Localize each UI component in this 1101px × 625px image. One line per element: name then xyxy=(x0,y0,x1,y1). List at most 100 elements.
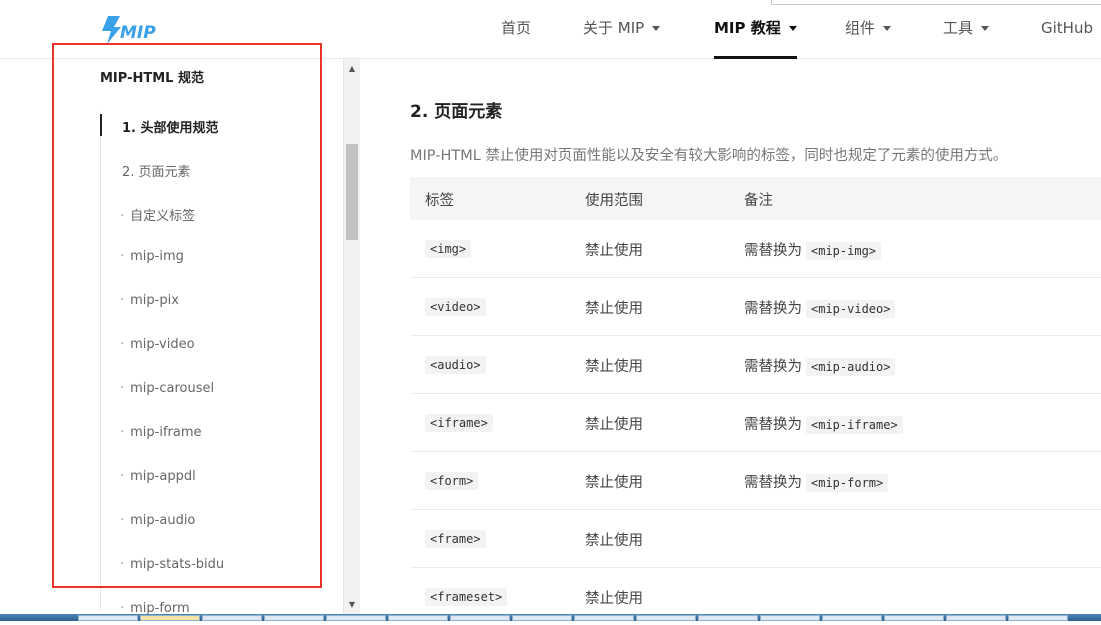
top-navbar: MIP 首页 关于 MIP MIP 教程 组件 工具 GitHub xyxy=(0,0,1101,59)
sidebar-item-custom-tags[interactable]: · 自定义标签 xyxy=(120,205,195,224)
sidebar-item-mip-carousel[interactable]: · mip-carousel xyxy=(120,381,214,396)
note-text: 需替换为 xyxy=(744,301,802,317)
tag-code: <form> xyxy=(425,472,479,490)
table-row: <img> 禁止使用 需替换为 <mip-img> xyxy=(410,220,1101,278)
nav-github[interactable]: GitHub xyxy=(1041,0,1093,58)
sidebar-item-label: mip-img xyxy=(130,249,184,264)
logo-text: MIP xyxy=(120,23,156,43)
logo-bolt-icon xyxy=(102,16,121,44)
bullet-dot: · xyxy=(120,249,125,264)
table-header: 标签 使用范围 备注 xyxy=(410,177,1101,220)
sidebar-item-mip-img[interactable]: · mip-img xyxy=(120,249,184,264)
sidebar-item-label: mip-appdl xyxy=(130,469,196,484)
column-header-tag: 标签 xyxy=(425,193,454,209)
nav-tools[interactable]: 工具 xyxy=(943,0,990,58)
scope-text: 禁止使用 xyxy=(585,591,643,607)
taskbar-button[interactable] xyxy=(512,615,572,621)
sidebar-item-mip-pix[interactable]: · mip-pix xyxy=(120,293,179,308)
note-cell: 需替换为 <mip-form> xyxy=(744,471,889,492)
taskbar-button[interactable] xyxy=(822,615,882,621)
sidebar: MIP-HTML 规范 1. 头部使用规范 2. 页面元素 · 自定义标签 · mi… xyxy=(0,59,360,616)
sidebar-item-page-elements[interactable]: 2. 页面元素 xyxy=(122,161,191,180)
nav-about-mip[interactable]: 关于 MIP xyxy=(583,0,661,58)
taskbar-button[interactable] xyxy=(326,615,386,621)
table-row: <frame> 禁止使用 xyxy=(410,510,1101,568)
taskbar-button[interactable] xyxy=(78,615,138,621)
scope-text: 禁止使用 xyxy=(585,243,643,259)
taskbar-button[interactable] xyxy=(388,615,448,621)
sidebar-item-mip-video[interactable]: · mip-video xyxy=(120,337,195,352)
bullet-dot: · xyxy=(120,469,125,484)
sidebar-item-label: mip-iframe xyxy=(130,425,202,440)
sidebar-item-label: 自定义标签 xyxy=(130,209,196,224)
note-cell: 需替换为 <mip-img> xyxy=(744,239,882,260)
bullet-dot: · xyxy=(120,557,125,572)
tag-code: <video> xyxy=(425,298,486,316)
table-row: <iframe> 禁止使用 需替换为 <mip-iframe> xyxy=(410,394,1101,452)
taskbar-button[interactable] xyxy=(636,615,696,621)
nav-home-label: 首页 xyxy=(501,19,532,37)
bullet-dot: · xyxy=(120,381,125,396)
tag-code: <audio> xyxy=(425,356,486,374)
os-taskbar xyxy=(0,614,1101,621)
taskbar-button[interactable] xyxy=(140,615,200,621)
scroll-up-arrow-icon[interactable]: ▲ xyxy=(344,61,360,77)
bullet-dot: · xyxy=(120,337,125,352)
caret-down-icon xyxy=(981,26,990,31)
table-row: <audio> 禁止使用 需替换为 <mip-audio> xyxy=(410,336,1101,394)
tag-code: <iframe> xyxy=(425,414,493,432)
tag-code: <frame> xyxy=(425,530,486,548)
sidebar-item-mip-stats-bidu[interactable]: · mip-stats-bidu xyxy=(120,557,224,572)
sidebar-title: MIP-HTML 规范 xyxy=(100,71,204,86)
sidebar-rail xyxy=(100,111,101,611)
mip-logo[interactable]: MIP xyxy=(98,14,162,46)
nav-components[interactable]: 组件 xyxy=(845,0,892,58)
table-row: <video> 禁止使用 需替换为 <mip-video> xyxy=(410,278,1101,336)
note-code: <mip-iframe> xyxy=(806,416,903,434)
section-title: 2. 页面元素 xyxy=(410,102,503,122)
note-text: 需替换为 xyxy=(744,359,802,375)
sidebar-item-mip-audio[interactable]: · mip-audio xyxy=(120,513,195,528)
scope-text: 禁止使用 xyxy=(585,533,643,549)
sidebar-item-label: 1. 头部使用规范 xyxy=(122,121,219,136)
scroll-down-arrow-icon[interactable]: ▼ xyxy=(344,597,360,613)
taskbar-button[interactable] xyxy=(760,615,820,621)
nav-mip-tutorial[interactable]: MIP 教程 xyxy=(714,0,797,59)
caret-down-icon xyxy=(788,26,797,31)
scope-text: 禁止使用 xyxy=(585,475,643,491)
taskbar-button[interactable] xyxy=(264,615,324,621)
note-text: 需替换为 xyxy=(744,475,802,491)
sidebar-scrollbar[interactable]: ▲ ▼ xyxy=(343,59,360,614)
scrollbar-thumb[interactable] xyxy=(346,144,358,240)
taskbar-button[interactable] xyxy=(698,615,758,621)
taskbar-button[interactable] xyxy=(202,615,262,621)
column-header-note: 备注 xyxy=(744,193,773,209)
bullet-dot: · xyxy=(120,513,125,528)
taskbar-button[interactable] xyxy=(1008,615,1068,621)
sidebar-item-header-spec[interactable]: 1. 头部使用规范 xyxy=(100,114,219,136)
sidebar-item-label: mip-stats-bidu xyxy=(130,557,225,572)
taskbar-button[interactable] xyxy=(574,615,634,621)
nav-home[interactable]: 首页 xyxy=(501,0,531,58)
taskbar-button[interactable] xyxy=(946,615,1006,621)
note-code: <mip-audio> xyxy=(806,358,896,376)
sidebar-item-label: mip-audio xyxy=(130,513,196,528)
note-text: 需替换为 xyxy=(744,243,802,259)
sidebar-item-mip-appdl[interactable]: · mip-appdl xyxy=(120,469,196,484)
taskbar-button[interactable] xyxy=(450,615,510,621)
column-header-scope: 使用范围 xyxy=(585,193,643,209)
scope-text: 禁止使用 xyxy=(585,417,643,433)
scope-text: 禁止使用 xyxy=(585,301,643,317)
nav-github-label: GitHub xyxy=(1041,19,1093,37)
taskbar-button[interactable] xyxy=(884,615,944,621)
caret-down-icon xyxy=(883,26,892,31)
tag-code: <img> xyxy=(425,240,472,258)
sidebar-item-mip-iframe[interactable]: · mip-iframe xyxy=(120,425,202,440)
tag-code: <frameset> xyxy=(425,588,508,606)
sidebar-item-label: mip-video xyxy=(130,337,195,352)
nav-about-label: 关于 MIP xyxy=(583,19,645,37)
sidebar-item-label: 2. 页面元素 xyxy=(122,165,191,180)
note-text: 需替换为 xyxy=(744,417,802,433)
bullet-dot: · xyxy=(120,293,125,308)
note-code: <mip-video> xyxy=(806,300,896,318)
